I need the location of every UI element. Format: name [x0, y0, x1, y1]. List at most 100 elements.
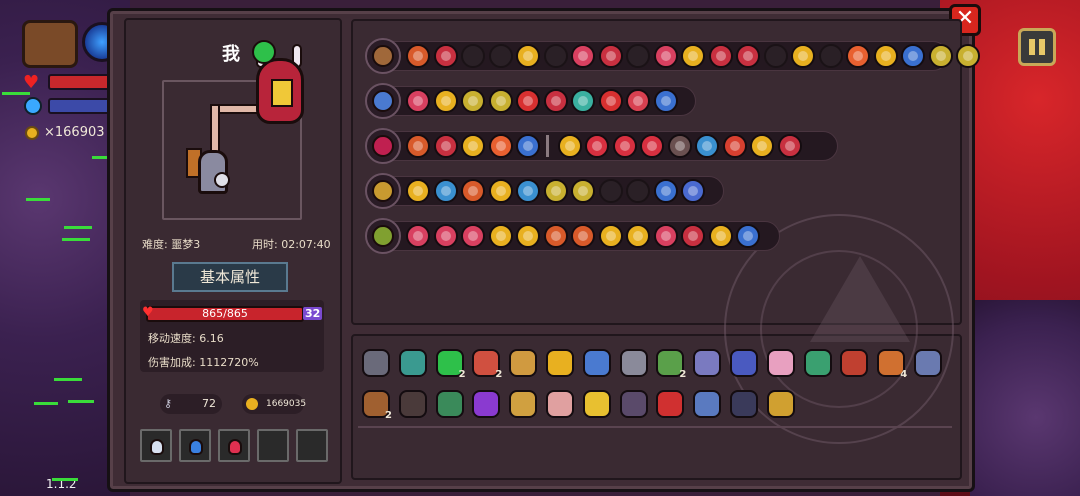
potion-slot[interactable]: [218, 429, 250, 462]
card-chip-icon[interactable]: [736, 224, 760, 248]
card-chip-icon[interactable]: [708, 44, 733, 68]
card-chip-icon[interactable]: [516, 224, 540, 248]
card-chip-icon[interactable]: [461, 134, 485, 158]
inventory-item-icon[interactable]: [509, 390, 538, 418]
card-chip-icon[interactable]: [653, 44, 678, 68]
card-chip-icon[interactable]: [791, 44, 815, 68]
card-chip-icon[interactable]: [928, 44, 953, 68]
weapon-slot[interactable]: [365, 128, 401, 164]
card-chip-empty[interactable]: [543, 44, 568, 68]
card-chip-empty[interactable]: [598, 179, 623, 203]
potion-slot-empty[interactable]: [257, 429, 289, 462]
inventory-item-icon[interactable]: [435, 390, 464, 418]
potion-slot-empty[interactable]: [296, 429, 328, 462]
inventory-item-icon[interactable]: [656, 390, 685, 418]
card-chip-empty[interactable]: [626, 179, 650, 203]
card-chip-icon[interactable]: [516, 179, 540, 203]
potion-slot[interactable]: [179, 429, 211, 462]
card-chip-icon[interactable]: [571, 179, 595, 203]
inventory-item-icon[interactable]: [546, 349, 574, 377]
card-chip-icon[interactable]: [846, 44, 870, 68]
card-chip-icon[interactable]: [516, 134, 540, 158]
card-chip-icon[interactable]: [681, 224, 705, 248]
card-chip-icon[interactable]: [461, 224, 485, 248]
inventory-item-icon[interactable]: [582, 390, 611, 418]
card-chip-icon[interactable]: [488, 179, 513, 203]
card-chip-icon[interactable]: [956, 44, 980, 68]
card-chip-icon[interactable]: [433, 224, 458, 248]
card-chip-icon[interactable]: [433, 89, 458, 113]
inventory-item-icon[interactable]: [803, 349, 832, 377]
card-chip-icon[interactable]: [873, 44, 898, 68]
weapon-slot[interactable]: [365, 218, 401, 254]
inventory-item-icon[interactable]: [693, 349, 722, 377]
inventory-item-icon[interactable]: [914, 349, 942, 377]
card-chip-icon[interactable]: [543, 89, 568, 113]
inventory-item-icon[interactable]: [398, 349, 427, 377]
card-chip-icon[interactable]: [557, 134, 582, 158]
card-chip-icon[interactable]: [406, 224, 430, 248]
card-chip-icon[interactable]: [667, 134, 692, 158]
card-chip-icon[interactable]: [653, 89, 678, 113]
card-chip-icon[interactable]: [722, 134, 747, 158]
card-chip-icon[interactable]: [516, 44, 540, 68]
card-chip-icon[interactable]: [488, 224, 513, 248]
weapon-slot[interactable]: [365, 83, 401, 119]
card-chip-icon[interactable]: [543, 224, 568, 248]
inventory-item-icon[interactable]: [362, 349, 390, 377]
card-chip-empty[interactable]: [626, 44, 650, 68]
inventory-item-icon[interactable]: [546, 390, 574, 418]
card-chip-icon[interactable]: [543, 179, 568, 203]
card-chip-icon[interactable]: [695, 134, 719, 158]
inventory-item-icon[interactable]: [766, 349, 795, 377]
card-chip-empty[interactable]: [488, 44, 513, 68]
card-chip-icon[interactable]: [708, 224, 733, 248]
basic-stats-tab[interactable]: 基本属性: [172, 262, 288, 292]
inventory-item-icon[interactable]: [766, 390, 795, 418]
card-chip-icon[interactable]: [626, 224, 650, 248]
weapon-slot[interactable]: [365, 173, 401, 209]
card-chip-icon[interactable]: [681, 44, 705, 68]
card-chip-empty[interactable]: [818, 44, 843, 68]
inventory-item-icon[interactable]: [582, 349, 611, 377]
card-chip-icon[interactable]: [406, 179, 430, 203]
inventory-item-icon[interactable]: [693, 390, 722, 418]
inventory-item-icon[interactable]: [730, 390, 758, 418]
card-chip-icon[interactable]: [406, 44, 430, 68]
card-chip-icon[interactable]: [653, 224, 678, 248]
card-chip-icon[interactable]: [433, 134, 458, 158]
card-chip-icon[interactable]: [433, 179, 458, 203]
card-chip-icon[interactable]: [777, 134, 802, 158]
card-chip-icon[interactable]: [653, 179, 678, 203]
pause-button[interactable]: [1018, 28, 1056, 66]
card-chip-icon[interactable]: [571, 89, 595, 113]
card-chip-icon[interactable]: [488, 89, 513, 113]
potion-slot[interactable]: [140, 429, 172, 462]
card-chip-icon[interactable]: [681, 179, 705, 203]
card-chip-empty[interactable]: [763, 44, 788, 68]
card-chip-icon[interactable]: [406, 89, 430, 113]
card-chip-icon[interactable]: [488, 134, 513, 158]
inventory-item-icon[interactable]: [619, 349, 648, 377]
chest-icon[interactable]: [22, 20, 78, 68]
card-chip-icon[interactable]: [901, 44, 925, 68]
card-chip-icon[interactable]: [433, 44, 458, 68]
card-chip-icon[interactable]: [736, 44, 760, 68]
card-chip-icon[interactable]: [598, 89, 623, 113]
inventory-item-icon[interactable]: [398, 390, 427, 418]
inventory-item-icon[interactable]: [619, 390, 648, 418]
card-chip-icon[interactable]: [461, 179, 485, 203]
inventory-item-icon[interactable]: [509, 349, 538, 377]
card-chip-icon[interactable]: [585, 134, 609, 158]
card-chip-icon[interactable]: [461, 89, 485, 113]
weapon-slot[interactable]: [365, 38, 401, 74]
card-chip-icon[interactable]: [598, 224, 623, 248]
inventory-item-icon[interactable]: [730, 349, 758, 377]
card-chip-icon[interactable]: [516, 89, 540, 113]
card-chip-icon[interactable]: [750, 134, 774, 158]
card-chip-icon[interactable]: [640, 134, 664, 158]
card-chip-icon[interactable]: [571, 224, 595, 248]
card-chip-icon[interactable]: [612, 134, 637, 158]
inventory-item-icon[interactable]: [472, 390, 501, 418]
card-chip-icon[interactable]: [571, 44, 595, 68]
